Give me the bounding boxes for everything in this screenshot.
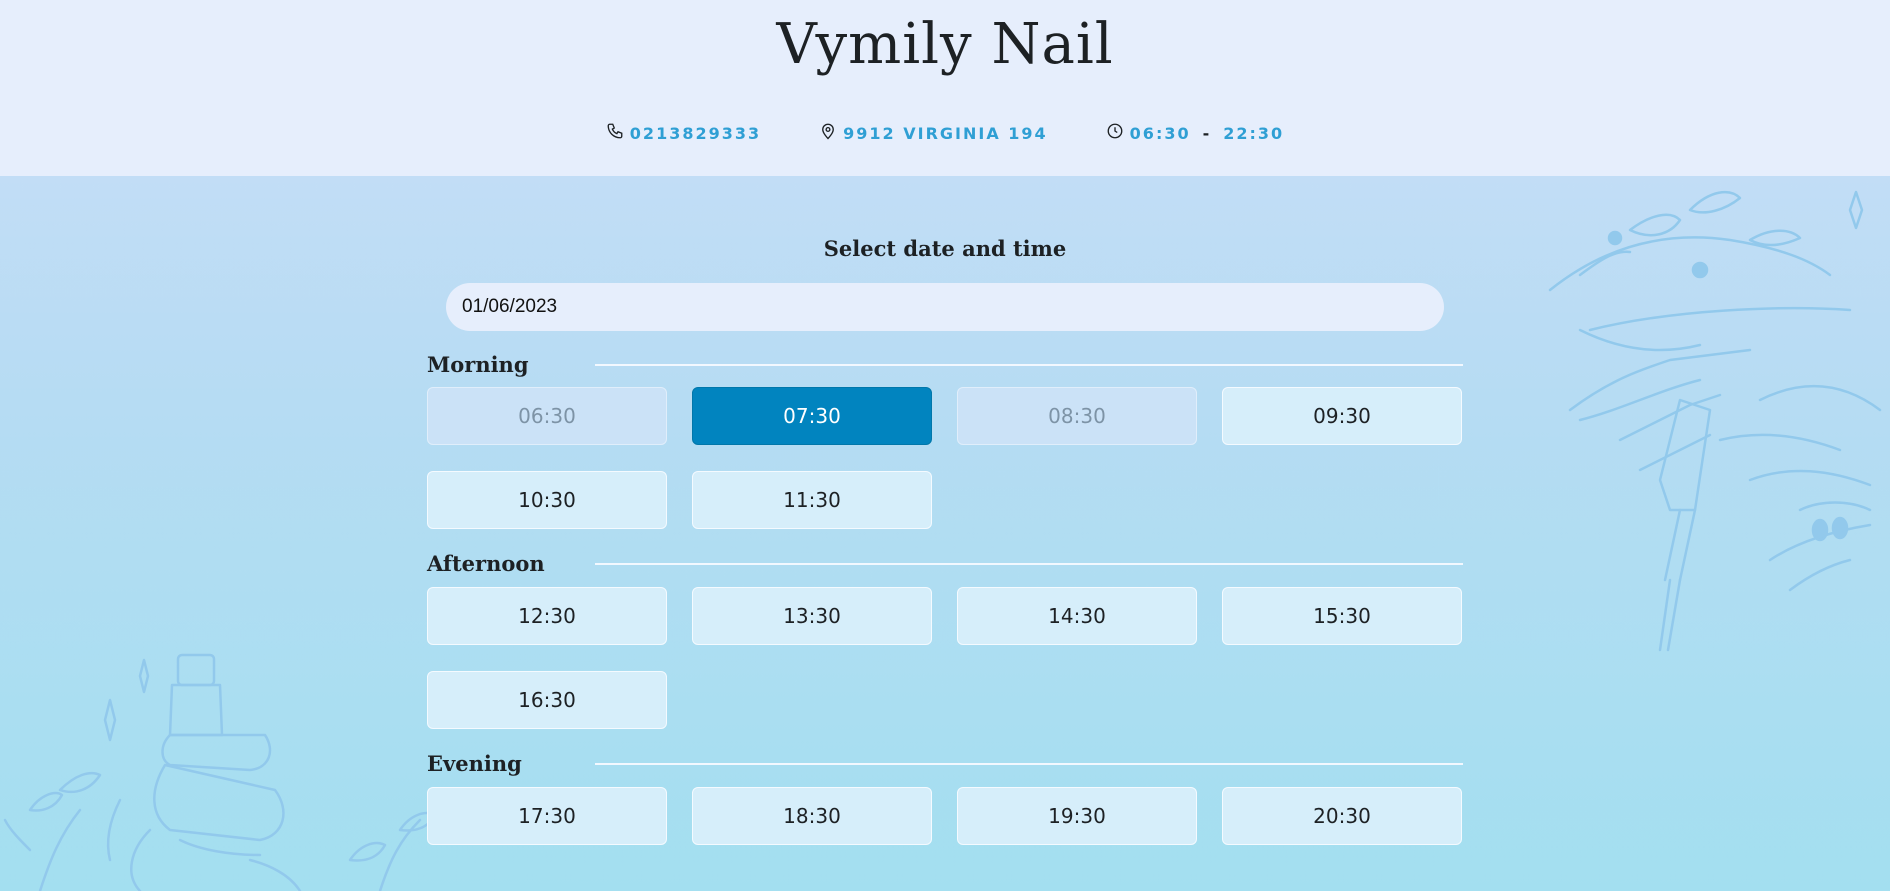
time-slot-1330[interactable]: 13:30 [692,587,932,645]
contact-bar: 0213829333 9912 VIRGINIA 194 06:30 - 22:… [0,122,1890,144]
contact-address[interactable]: 9912 VIRGINIA 194 [819,122,1048,144]
time-slot-1430[interactable]: 14:30 [957,587,1197,645]
time-slot-1230[interactable]: 12:30 [427,587,667,645]
time-slot-1130[interactable]: 11:30 [692,471,932,529]
time-slot-2030[interactable]: 20:30 [1222,787,1462,845]
hand-polish-illustration [1520,180,1890,660]
hours-open: 06:30 [1129,123,1191,143]
time-slot-0730[interactable]: 07:30 [692,387,932,445]
time-slot-1530[interactable]: 15:30 [1222,587,1462,645]
brand-title: Vymily Nail [776,12,1114,77]
divider [595,563,1463,565]
section-morning: Morning [427,352,1463,378]
time-slot-1930[interactable]: 19:30 [957,787,1197,845]
date-input[interactable] [446,283,1444,331]
section-afternoon: Afternoon [427,551,1463,577]
phone-icon [606,122,624,144]
header: Vymily Nail 0213829333 9912 VIRGINIA 194 [0,0,1890,176]
divider [595,763,1463,765]
location-pin-icon [819,122,837,144]
hands-bottle-illustration [0,640,450,891]
time-slot-0630[interactable]: 06:30 [427,387,667,445]
section-label: Morning [427,352,529,377]
section-label: Evening [427,751,522,776]
contact-hours: 06:30 - 22:30 [1106,122,1285,144]
time-slot-1730[interactable]: 17:30 [427,787,667,845]
time-slot-1630[interactable]: 16:30 [427,671,667,729]
contact-phone[interactable]: 0213829333 [606,122,761,144]
section-label: Afternoon [427,551,545,576]
clock-icon [1106,122,1124,144]
time-slot-1830[interactable]: 18:30 [692,787,932,845]
hours-close: 22:30 [1223,123,1285,143]
time-slot-1030[interactable]: 10:30 [427,471,667,529]
divider [595,364,1463,366]
time-slot-0830[interactable]: 08:30 [957,387,1197,445]
booking-title: Select date and time [823,236,1067,261]
hours-separator: - [1202,123,1212,143]
section-evening: Evening [427,751,1463,777]
phone-number: 0213829333 [629,123,762,143]
address-text: 9912 VIRGINIA 194 [843,123,1048,143]
time-slot-0930[interactable]: 09:30 [1222,387,1462,445]
booking-panel: Select date and time Morning 06:30 07:30… [427,176,1463,891]
